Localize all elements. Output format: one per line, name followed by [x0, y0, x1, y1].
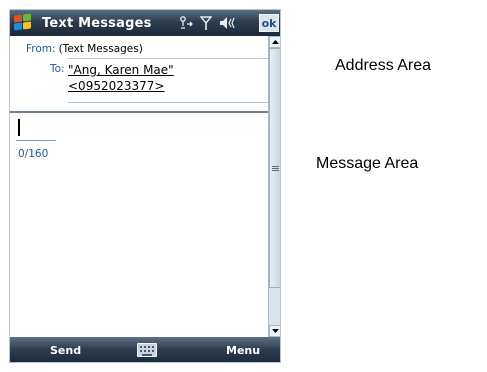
connectivity-icon[interactable]	[178, 15, 194, 31]
from-field[interactable]: (Text Messages)	[59, 43, 143, 55]
to-recipient-number[interactable]: <0952023377>	[68, 78, 263, 94]
app-title: Text Messages	[42, 15, 152, 31]
windows-start-icon[interactable]	[13, 13, 33, 32]
from-label: From:	[26, 43, 56, 55]
menu-button[interactable]: Menu	[226, 344, 260, 357]
arrow-up-icon	[272, 40, 279, 44]
to-recipient-name[interactable]: "Ang, Karen Mae"	[68, 62, 263, 78]
scroll-up-button[interactable]	[269, 36, 280, 48]
address-area-annotation: Address Area	[335, 57, 432, 74]
ok-button[interactable]: ok	[259, 14, 279, 32]
character-counter: 0/160	[18, 148, 49, 160]
keyboard-icon[interactable]	[137, 343, 157, 357]
to-field[interactable]: "Ang, Karen Mae" <0952023377>	[68, 62, 263, 94]
from-row: From: (Text Messages)	[26, 43, 143, 55]
to-row: To:	[50, 63, 65, 75]
scrollbar-thumb[interactable]	[269, 48, 280, 288]
message-area-annotation: Message Area	[316, 155, 419, 172]
send-button[interactable]: Send	[50, 344, 81, 357]
address-area: From: (Text Messages) To: "Ang, Karen Mae…	[10, 36, 268, 112]
title-bar: Text Messages ok	[10, 10, 280, 36]
message-underline	[16, 140, 56, 141]
to-label: To:	[50, 63, 65, 75]
arrow-down-icon	[272, 329, 279, 333]
to-underline	[68, 102, 268, 103]
vertical-scrollbar[interactable]	[268, 36, 280, 337]
signal-icon[interactable]	[200, 15, 212, 31]
scroll-down-button[interactable]	[269, 325, 280, 337]
grip-icon	[272, 165, 279, 171]
message-area[interactable]: 0/160	[10, 113, 268, 331]
phone-screen: Text Messages ok From: (Text Messages) T…	[9, 9, 281, 363]
softkey-bar: Send Menu	[10, 337, 280, 362]
volume-icon[interactable]	[218, 15, 236, 31]
text-cursor	[18, 119, 20, 136]
from-underline	[68, 58, 268, 59]
